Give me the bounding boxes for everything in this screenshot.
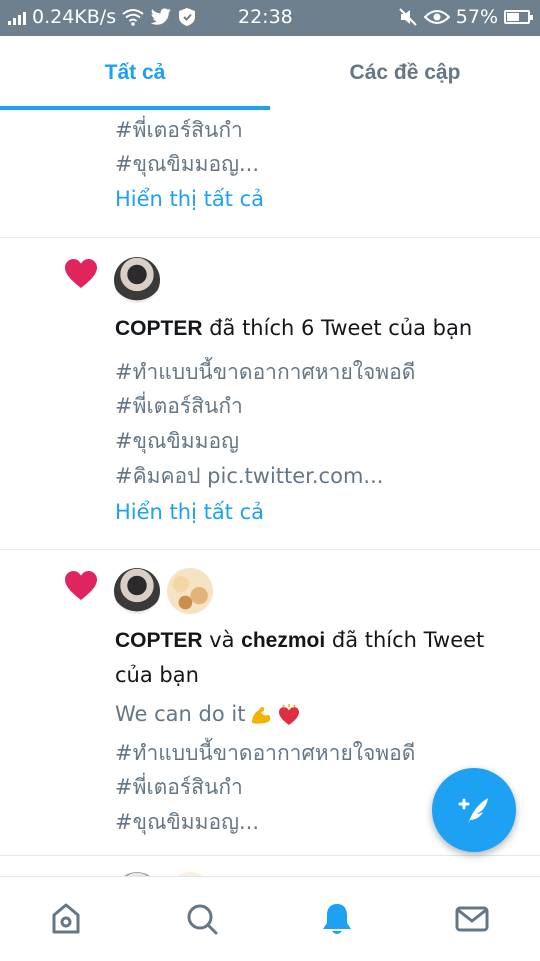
action-text: đã thích 6 Tweet của bạn <box>202 316 473 340</box>
home-icon[interactable] <box>46 899 86 939</box>
notifications-bell-icon[interactable] <box>317 899 357 939</box>
hashtag-line: #ทำแบบนี้ขาดอากาศหายใจพอดี <box>115 360 416 384</box>
actor-name[interactable]: COPTER <box>115 317 203 340</box>
search-icon[interactable] <box>182 899 222 939</box>
network-speed: 0.24KB/s <box>32 6 117 28</box>
compose-tweet-button[interactable] <box>432 768 516 852</box>
battery-icon <box>504 10 533 24</box>
eye-icon <box>423 10 450 24</box>
heart-icon <box>65 571 97 600</box>
hashtag-line: #ขุณขิมมอญ... <box>115 810 260 834</box>
hashtag-line: #ขุณขิมมอญ... <box>115 152 260 176</box>
hashtag-line: #ขุณขิมมอญ <box>115 429 239 453</box>
heart-icon <box>65 259 97 288</box>
tab-all[interactable]: Tất cả <box>0 36 270 110</box>
heart-ribbon-icon <box>279 704 300 725</box>
status-time: 22:38 <box>238 6 293 28</box>
action-text-cont: của bạn <box>115 663 199 687</box>
signal-icon <box>8 9 26 25</box>
hashtag-line: #คิมคอป pic.twitter.com... <box>115 464 384 488</box>
mute-icon <box>399 8 417 26</box>
notification-feed[interactable]: #พี่เตอร์สินกำ #ขุณขิมมอญ... Hiển thị tấ… <box>0 110 540 876</box>
divider <box>0 237 540 238</box>
actor-name[interactable]: COPTER <box>115 629 203 652</box>
connector-text: và <box>202 628 242 652</box>
wifi-icon <box>122 9 144 26</box>
flexed-biceps-icon <box>252 706 271 724</box>
divider <box>0 549 540 550</box>
status-bar: 0.24KB/s 22:38 57% <box>0 0 540 36</box>
avatar[interactable] <box>114 257 160 303</box>
show-all-link[interactable]: Hiển thị tất cả <box>115 500 264 524</box>
notification-title: COPTER đã thích 6 Tweet của bạn <box>115 316 472 341</box>
bottom-navigation <box>0 876 540 961</box>
twitter-icon <box>150 8 172 25</box>
battery-percent: 57% <box>455 6 498 28</box>
notification-title: COPTER và chezmoi đã thích Tweet <box>115 628 484 653</box>
hashtag-line: #พี่เตอร์สินกำ <box>115 775 243 799</box>
messages-icon[interactable] <box>452 899 492 939</box>
tweet-text-content: We can do it <box>115 702 246 726</box>
notification-tabs: Tất cả Các đề cập <box>0 36 540 110</box>
hashtag-line: #พี่เตอร์สินกำ <box>115 118 243 142</box>
action-text: đã thích Tweet <box>325 628 485 652</box>
hashtag-line: #ทำแบบนี้ขาดอากาศหายใจพอดี <box>115 741 416 765</box>
avatar[interactable] <box>114 568 160 614</box>
show-all-link[interactable]: Hiển thị tất cả <box>115 187 264 211</box>
tab-mentions[interactable]: Các đề cập <box>270 36 540 110</box>
avatar[interactable] <box>167 568 213 614</box>
actor-name[interactable]: chezmoi <box>241 629 325 652</box>
compose-icon <box>458 798 488 824</box>
shield-icon <box>179 8 196 26</box>
hashtag-line: #พี่เตอร์สินกำ <box>115 394 243 418</box>
tweet-text: We can do it <box>115 702 301 727</box>
divider <box>0 855 540 856</box>
